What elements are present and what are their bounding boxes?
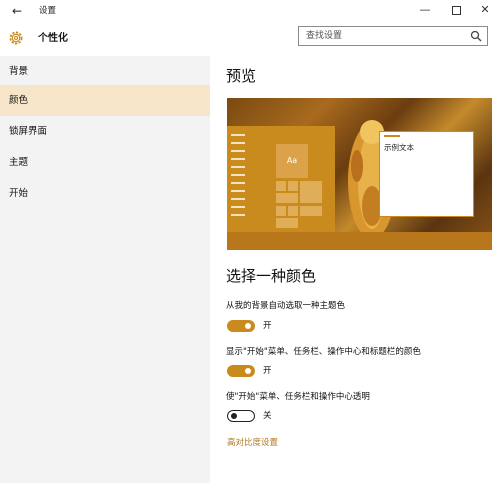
show-color-toggle[interactable] [227,365,255,377]
preview-tile-grid [276,181,334,229]
page-title: 个性化 [38,33,68,44]
show-color-label: 显示"开始"菜单、任务栏、操作中心和标题栏的颜色 [226,347,421,357]
toggle-knob [245,368,251,374]
preview-start-list [231,134,251,222]
transparency-state: 关 [263,411,272,421]
sidebar: 背景 颜色 锁屏界面 主题 开始 [0,56,210,483]
maximize-icon [451,5,461,15]
close-button[interactable]: ✕ [477,2,493,18]
preview-taskbar [227,232,492,250]
preview-tile: Aa [276,144,308,178]
search-icon[interactable] [470,30,482,42]
preview-window: 示例文本 [379,131,474,217]
search-box[interactable]: 查找设置 [298,26,488,46]
show-color-state: 开 [263,366,272,376]
transparency-label: 使"开始"菜单、任务栏和操作中心透明 [226,392,370,402]
toggle-knob [245,323,251,329]
search-placeholder: 查找设置 [306,31,343,41]
preview-sample-text: 示例文本 [384,143,414,152]
sidebar-item-colors[interactable]: 颜色 [0,85,210,116]
color-preview: Aa 示例文本 [227,98,492,250]
toggle-knob [231,412,237,419]
auto-accent-label: 从我的背景自动选取一种主题色 [226,301,346,311]
sidebar-item-lock-screen[interactable]: 锁屏界面 [0,116,210,147]
main-content: 预览 Aa 示例文本 选择一种颜色 从我的背景自动选取一种主题色 开 显示"开始… [210,56,500,483]
window-title: 设置 [39,6,57,16]
maximize-button[interactable] [448,2,464,18]
auto-accent-state: 开 [263,321,272,331]
gear-icon [9,31,23,45]
sidebar-item-start[interactable]: 开始 [0,178,210,209]
auto-accent-toggle[interactable] [227,320,255,332]
transparency-toggle[interactable] [227,410,255,422]
preview-heading: 预览 [226,67,257,85]
minimize-button[interactable]: — [417,2,433,18]
preview-start-menu: Aa [227,126,335,232]
high-contrast-link[interactable]: 高对比度设置 [227,437,278,449]
preview-window-accent [384,135,400,137]
settings-header: 个性化 查找设置 [0,22,500,56]
choose-color-heading: 选择一种颜色 [226,267,317,285]
back-arrow-icon[interactable]: ← [12,3,22,19]
sidebar-item-themes[interactable]: 主题 [0,147,210,178]
sidebar-item-background[interactable]: 背景 [0,56,210,87]
title-bar: ← 设置 — ✕ [0,0,500,22]
